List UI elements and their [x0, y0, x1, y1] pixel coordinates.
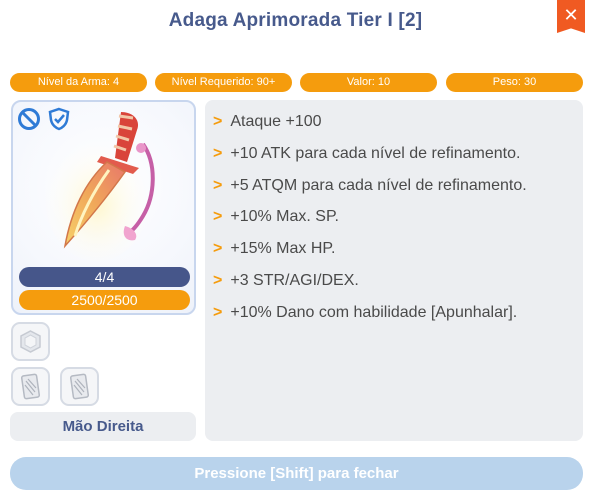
equip-position-label: Mão Direita: [10, 412, 196, 441]
durability-bar: 2500/2500: [19, 290, 190, 310]
description-line: > +15% Max HP.: [213, 240, 336, 257]
description-line: > +10% Max. SP.: [213, 208, 339, 225]
description-panel: > Ataque +100 > +10 ATK para cada nível de…: [205, 100, 583, 441]
description-line: > +10 ATK para cada nível de refinamento.: [213, 145, 521, 162]
bullet-arrow-icon: >: [213, 272, 223, 289]
stats-bar: Nível da Arma: 4 Nível Requerido: 90+ Va…: [10, 73, 583, 92]
empty-card-slot-icon[interactable]: [11, 322, 50, 361]
item-image-frame: 4/4 2500/2500: [11, 100, 196, 315]
item-tooltip-window: Adaga Aprimorada Tier I [2] ✕ Nível da A…: [0, 0, 591, 499]
bullet-arrow-icon: >: [213, 145, 223, 162]
close-button[interactable]: ✕: [557, 0, 585, 33]
card-slot-icon[interactable]: [60, 367, 99, 406]
stat-required-level: Nível Requerido: 90+: [155, 73, 292, 92]
description-line: > +5 ATQM para cada nível de refinamento.: [213, 177, 527, 194]
stat-value: Valor: 10: [300, 73, 437, 92]
bullet-arrow-icon: >: [213, 208, 223, 225]
description-line: > Ataque +100: [213, 113, 322, 130]
dagger-icon: [45, 112, 155, 261]
bullet-arrow-icon: >: [213, 240, 223, 257]
stat-weapon-level: Nível da Arma: 4: [10, 73, 147, 92]
description-line: > +3 STR/AGI/DEX.: [213, 272, 359, 289]
card-slot-icon[interactable]: [11, 367, 50, 406]
close-hint-button[interactable]: Pressione [Shift] para fechar: [10, 457, 583, 490]
stat-weight: Peso: 30: [446, 73, 583, 92]
bullet-arrow-icon: >: [213, 304, 223, 321]
bullet-arrow-icon: >: [213, 177, 223, 194]
description-line: > +10% Dano com habilidade [Apunhalar].: [213, 304, 518, 321]
bullet-arrow-icon: >: [213, 113, 223, 130]
item-count-bar: 4/4: [19, 267, 190, 287]
item-title: Adaga Aprimorada Tier I [2]: [168, 10, 423, 31]
